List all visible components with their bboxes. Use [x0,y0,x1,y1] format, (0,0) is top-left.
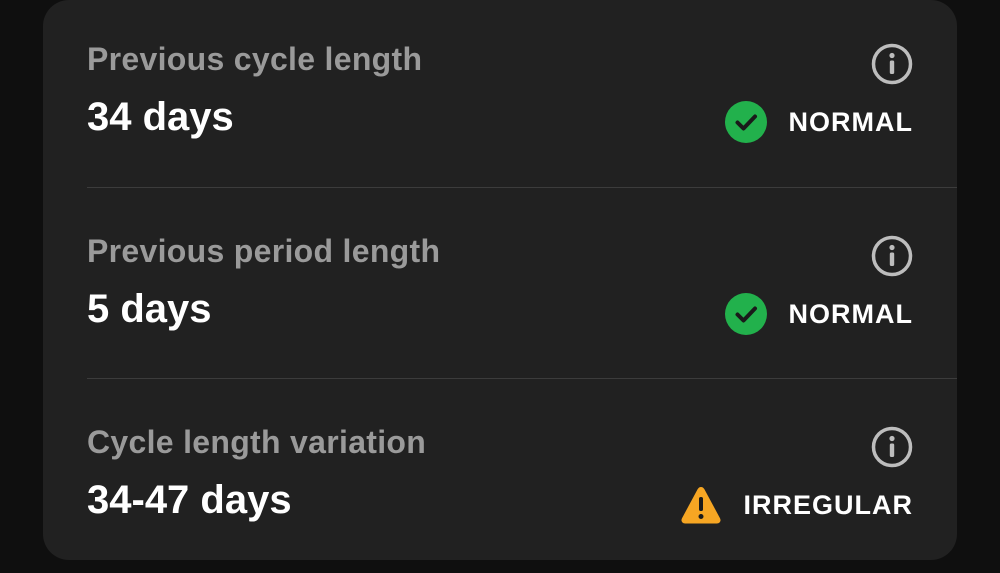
info-icon[interactable] [871,235,913,277]
metric-value: 34 days [87,95,234,139]
metric-label: Previous cycle length [87,41,423,77]
check-circle-icon [724,293,767,335]
info-icon[interactable] [871,426,913,468]
check-circle-icon [724,101,767,143]
metric-value: 5 days [87,287,212,331]
status-label: NORMAL [788,106,913,137]
status-indicator: NORMAL [724,100,913,144]
status-indicator: IRREGULAR [680,483,914,527]
metric-label: Cycle length variation [87,424,427,460]
warning-triangle-icon [680,487,721,524]
metric-label: Previous period length [87,233,441,269]
metric-row-cycle-length: Previous cycle length 34 days NORMAL [43,0,957,190]
info-icon[interactable] [871,43,913,85]
divider [87,187,957,188]
divider [87,378,957,379]
metric-row-period-length: Previous period length 5 days NORMAL [43,192,957,382]
metric-value: 34-47 days [87,478,292,522]
metric-row-cycle-variation: Cycle length variation 34-47 days IRREGU… [43,383,957,573]
status-label: NORMAL [788,298,913,329]
cycle-metrics-card: Previous cycle length 34 days NORMAL Pre… [43,0,957,560]
status-indicator: NORMAL [724,292,913,336]
status-label: IRREGULAR [743,489,913,520]
